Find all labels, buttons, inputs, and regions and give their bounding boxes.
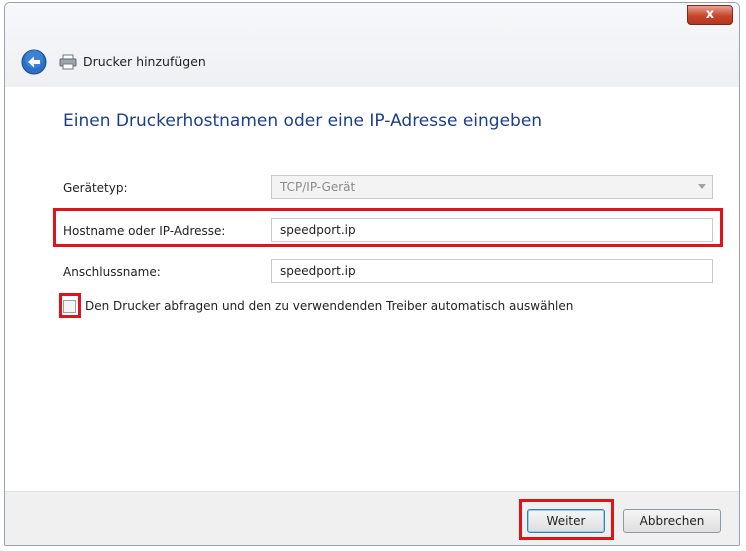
title-bar: x Drucker hinzufügen: [5, 3, 739, 88]
next-button-highlight: [519, 499, 614, 540]
close-button[interactable]: x: [687, 5, 733, 25]
page-heading: Einen Druckerhostnamen oder eine IP-Adre…: [63, 111, 543, 131]
close-icon: x: [705, 7, 715, 22]
add-printer-dialog: x Drucker hinzufügen Einen Druckerhostna…: [4, 2, 740, 546]
cancel-button[interactable]: Abbrechen: [623, 509, 721, 533]
port-name-label: Anschlussname:: [63, 265, 161, 279]
printer-icon: [59, 54, 77, 70]
port-name-input[interactable]: speedport.ip: [271, 259, 713, 283]
window-title: Drucker hinzufügen: [83, 54, 206, 69]
dialog-footer: Weiter Abbrechen: [5, 491, 739, 545]
port-name-value: speedport.ip: [280, 264, 356, 278]
hostname-highlight: [53, 208, 723, 247]
device-type-dropdown[interactable]: TCP/IP-Gerät: [271, 175, 713, 199]
auto-driver-label[interactable]: Den Drucker abfragen und den zu verwende…: [85, 299, 573, 313]
device-type-label: Gerätetyp:: [63, 181, 128, 195]
device-type-value: TCP/IP-Gerät: [280, 180, 356, 194]
back-button[interactable]: [21, 49, 47, 75]
dialog-content: Einen Druckerhostnamen oder eine IP-Adre…: [5, 87, 739, 491]
checkbox-highlight: [59, 293, 81, 318]
chevron-down-icon: [698, 184, 706, 189]
